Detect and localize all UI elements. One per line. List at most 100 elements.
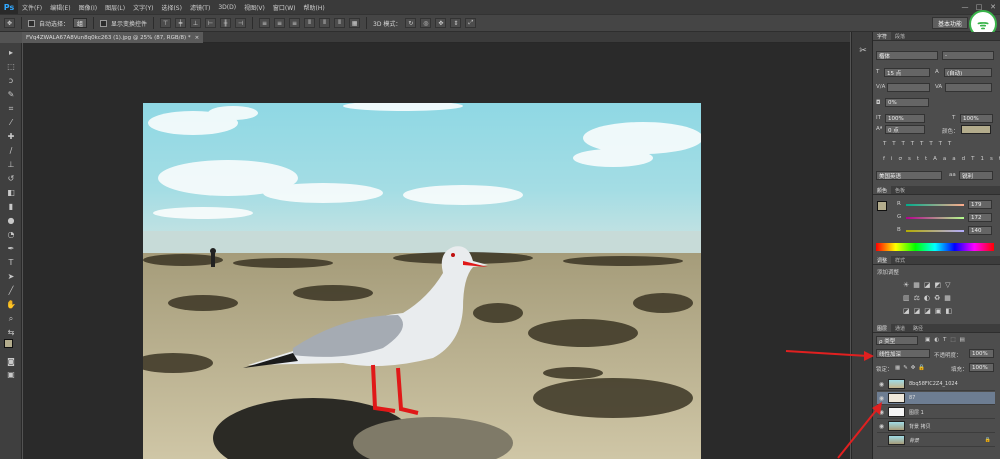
quick-mask-icon[interactable]: ◙ bbox=[4, 356, 18, 367]
eyedropper-tool-icon[interactable]: ⁄ bbox=[4, 117, 18, 128]
distribute-top-icon[interactable]: ≡ bbox=[259, 18, 271, 28]
distribute-vcenter-icon[interactable]: ≡ bbox=[274, 18, 286, 28]
move-tool-icon[interactable]: ▸ bbox=[4, 47, 18, 58]
minimize-button[interactable]: — bbox=[958, 0, 972, 14]
tab-swatches[interactable]: 色板 bbox=[891, 186, 909, 194]
distribute-hcenter-icon[interactable]: ⦀ bbox=[319, 18, 331, 28]
tab-color[interactable]: 颜色 bbox=[873, 186, 892, 194]
distribute-bottom-icon[interactable]: ≡ bbox=[289, 18, 301, 28]
tab-styles[interactable]: 样式 bbox=[891, 256, 909, 264]
kerning-field[interactable] bbox=[887, 83, 930, 92]
opentype-buttons[interactable]: fiσsttAaadT1st½ bbox=[883, 156, 1000, 162]
tab-paths[interactable]: 路径 bbox=[909, 324, 927, 332]
green-slider[interactable] bbox=[906, 217, 964, 219]
menu-3d[interactable]: 3D(D) bbox=[214, 4, 240, 11]
show-transform-checkbox[interactable] bbox=[100, 19, 108, 27]
antialias-dropdown[interactable]: 锐利 bbox=[959, 171, 993, 180]
tab-paragraph[interactable]: 段落 bbox=[891, 32, 909, 40]
align-right-icon[interactable]: ⊣ bbox=[235, 18, 247, 28]
crop-tool-icon[interactable]: ⌗ bbox=[4, 103, 18, 114]
tracking-percent-field[interactable]: 0% bbox=[885, 98, 929, 107]
align-left-icon[interactable]: ⊢ bbox=[205, 18, 217, 28]
distribute-right-icon[interactable]: ⦀ bbox=[334, 18, 346, 28]
document-tab[interactable]: FVq4ZWALA67A8Vun8q0kc263 (1).jpg @ 25% (… bbox=[22, 32, 204, 43]
blur-tool-icon[interactable]: ● bbox=[4, 215, 18, 226]
rotate-3d-icon[interactable]: ↻ bbox=[405, 18, 417, 28]
menu-view[interactable]: 视图(V) bbox=[240, 3, 269, 12]
healing-brush-tool-icon[interactable]: ✚ bbox=[4, 131, 18, 142]
layer-row-selected[interactable]: ◉ 87 bbox=[877, 392, 995, 405]
blue-slider[interactable] bbox=[906, 230, 964, 232]
gradient-tool-icon[interactable]: ▮ bbox=[4, 201, 18, 212]
language-dropdown[interactable]: 美国英语 bbox=[876, 171, 942, 180]
type-tool-icon[interactable]: T bbox=[4, 257, 18, 268]
swap-colors-icon[interactable]: ⇆ bbox=[4, 327, 18, 338]
document-image[interactable] bbox=[143, 103, 701, 459]
layer-row[interactable]: ◉ 背景 拷贝 bbox=[877, 420, 995, 433]
hand-tool-icon[interactable]: ✋ bbox=[4, 299, 18, 310]
red-slider[interactable] bbox=[906, 204, 964, 206]
menu-select[interactable]: 选择(S) bbox=[157, 3, 186, 12]
layer-row[interactable]: 背景 🔒 bbox=[877, 434, 995, 447]
marquee-tool-icon[interactable]: ⬚ bbox=[4, 61, 18, 72]
screen-mode-icon[interactable]: ▣ bbox=[4, 369, 18, 380]
path-select-tool-icon[interactable]: ➤ bbox=[4, 271, 18, 282]
opacity-field[interactable]: 100% bbox=[969, 349, 994, 358]
drag-3d-icon[interactable]: ✥ bbox=[435, 18, 447, 28]
adjustment-icons-row1[interactable]: ☀▦◪◩▽ bbox=[903, 281, 955, 289]
blend-mode-dropdown[interactable]: 线性加深 bbox=[876, 349, 930, 358]
menu-filter[interactable]: 滤镜(T) bbox=[186, 3, 214, 12]
menu-file[interactable]: 文件(F) bbox=[18, 3, 46, 12]
tracking-pair-field[interactable] bbox=[945, 83, 992, 92]
green-value-field[interactable]: 172 bbox=[968, 213, 992, 222]
lock-icons[interactable]: ▦✎✥🔒 bbox=[895, 365, 928, 371]
layer-filter-icons[interactable]: ▣◐T⬚▤ bbox=[925, 337, 969, 343]
menu-layer[interactable]: 图层(L) bbox=[101, 3, 129, 12]
eraser-tool-icon[interactable]: ◧ bbox=[4, 187, 18, 198]
slide-3d-icon[interactable]: ⇕ bbox=[450, 18, 462, 28]
font-size-field[interactable]: 15 点 bbox=[884, 68, 930, 77]
menu-help[interactable]: 帮助(H) bbox=[300, 3, 329, 12]
tab-character[interactable]: 字符 bbox=[873, 32, 892, 40]
color-spectrum-bar[interactable] bbox=[876, 243, 994, 251]
text-color-swatch[interactable] bbox=[961, 125, 991, 134]
move-tool-preset-icon[interactable]: ✥ bbox=[4, 18, 15, 28]
align-bottom-icon[interactable]: ⊥ bbox=[190, 18, 202, 28]
font-family-dropdown[interactable]: 楷体 bbox=[876, 51, 938, 60]
layer-row[interactable]: ◉ 图层 1 bbox=[877, 406, 995, 419]
clone-stamp-tool-icon[interactable]: ⊥ bbox=[4, 159, 18, 170]
menu-type[interactable]: 文字(Y) bbox=[129, 3, 157, 12]
fill-field[interactable]: 100% bbox=[969, 363, 994, 372]
lasso-tool-icon[interactable]: ↄ bbox=[4, 75, 18, 86]
layer-filter-dropdown[interactable]: ρ 类型 bbox=[876, 336, 918, 345]
line-tool-icon[interactable]: ╱ bbox=[4, 285, 18, 296]
scale-3d-icon[interactable]: ⤢ bbox=[465, 18, 477, 28]
tab-channels[interactable]: 通道 bbox=[891, 324, 909, 332]
vertical-scale-field[interactable]: 100% bbox=[885, 114, 925, 123]
close-tab-icon[interactable]: × bbox=[195, 35, 200, 41]
distribute-left-icon[interactable]: ⦀ bbox=[304, 18, 316, 28]
tab-adjustments[interactable]: 调整 bbox=[873, 256, 892, 264]
roll-3d-icon[interactable]: ◎ bbox=[420, 18, 432, 28]
foreground-color-swatch[interactable] bbox=[4, 339, 13, 348]
visibility-eye-icon[interactable]: ◉ bbox=[877, 381, 886, 388]
horizontal-scale-field[interactable]: 100% bbox=[960, 114, 993, 123]
workspace-dropdown[interactable]: 基本功能 bbox=[931, 17, 968, 29]
adjustment-icons-row2[interactable]: ▥⚖◐♻▦ bbox=[903, 294, 955, 302]
baseline-shift-field[interactable]: 0 点 bbox=[885, 125, 925, 134]
zoom-tool-icon[interactable]: ⌕ bbox=[4, 313, 18, 324]
menu-edit[interactable]: 编辑(E) bbox=[46, 3, 74, 12]
auto-align-icon[interactable]: ▦ bbox=[349, 18, 361, 28]
menu-image[interactable]: 图像(I) bbox=[75, 3, 101, 12]
blue-value-field[interactable]: 140 bbox=[968, 226, 992, 235]
align-top-icon[interactable]: ⊤ bbox=[160, 18, 172, 28]
text-style-buttons[interactable]: TTTTTTTT bbox=[883, 141, 957, 147]
menu-window[interactable]: 窗口(W) bbox=[269, 3, 300, 12]
auto-select-dropdown[interactable]: 组 bbox=[73, 18, 88, 28]
align-vcenter-icon[interactable]: ╪ bbox=[175, 18, 187, 28]
history-brush-tool-icon[interactable]: ↺ bbox=[4, 173, 18, 184]
font-style-dropdown[interactable]: - bbox=[942, 51, 994, 60]
align-hcenter-icon[interactable]: ╫ bbox=[220, 18, 232, 28]
adjustment-icons-row3[interactable]: ◪◪◪▣◧ bbox=[903, 307, 956, 315]
leading-field[interactable]: (自动) bbox=[944, 68, 992, 77]
